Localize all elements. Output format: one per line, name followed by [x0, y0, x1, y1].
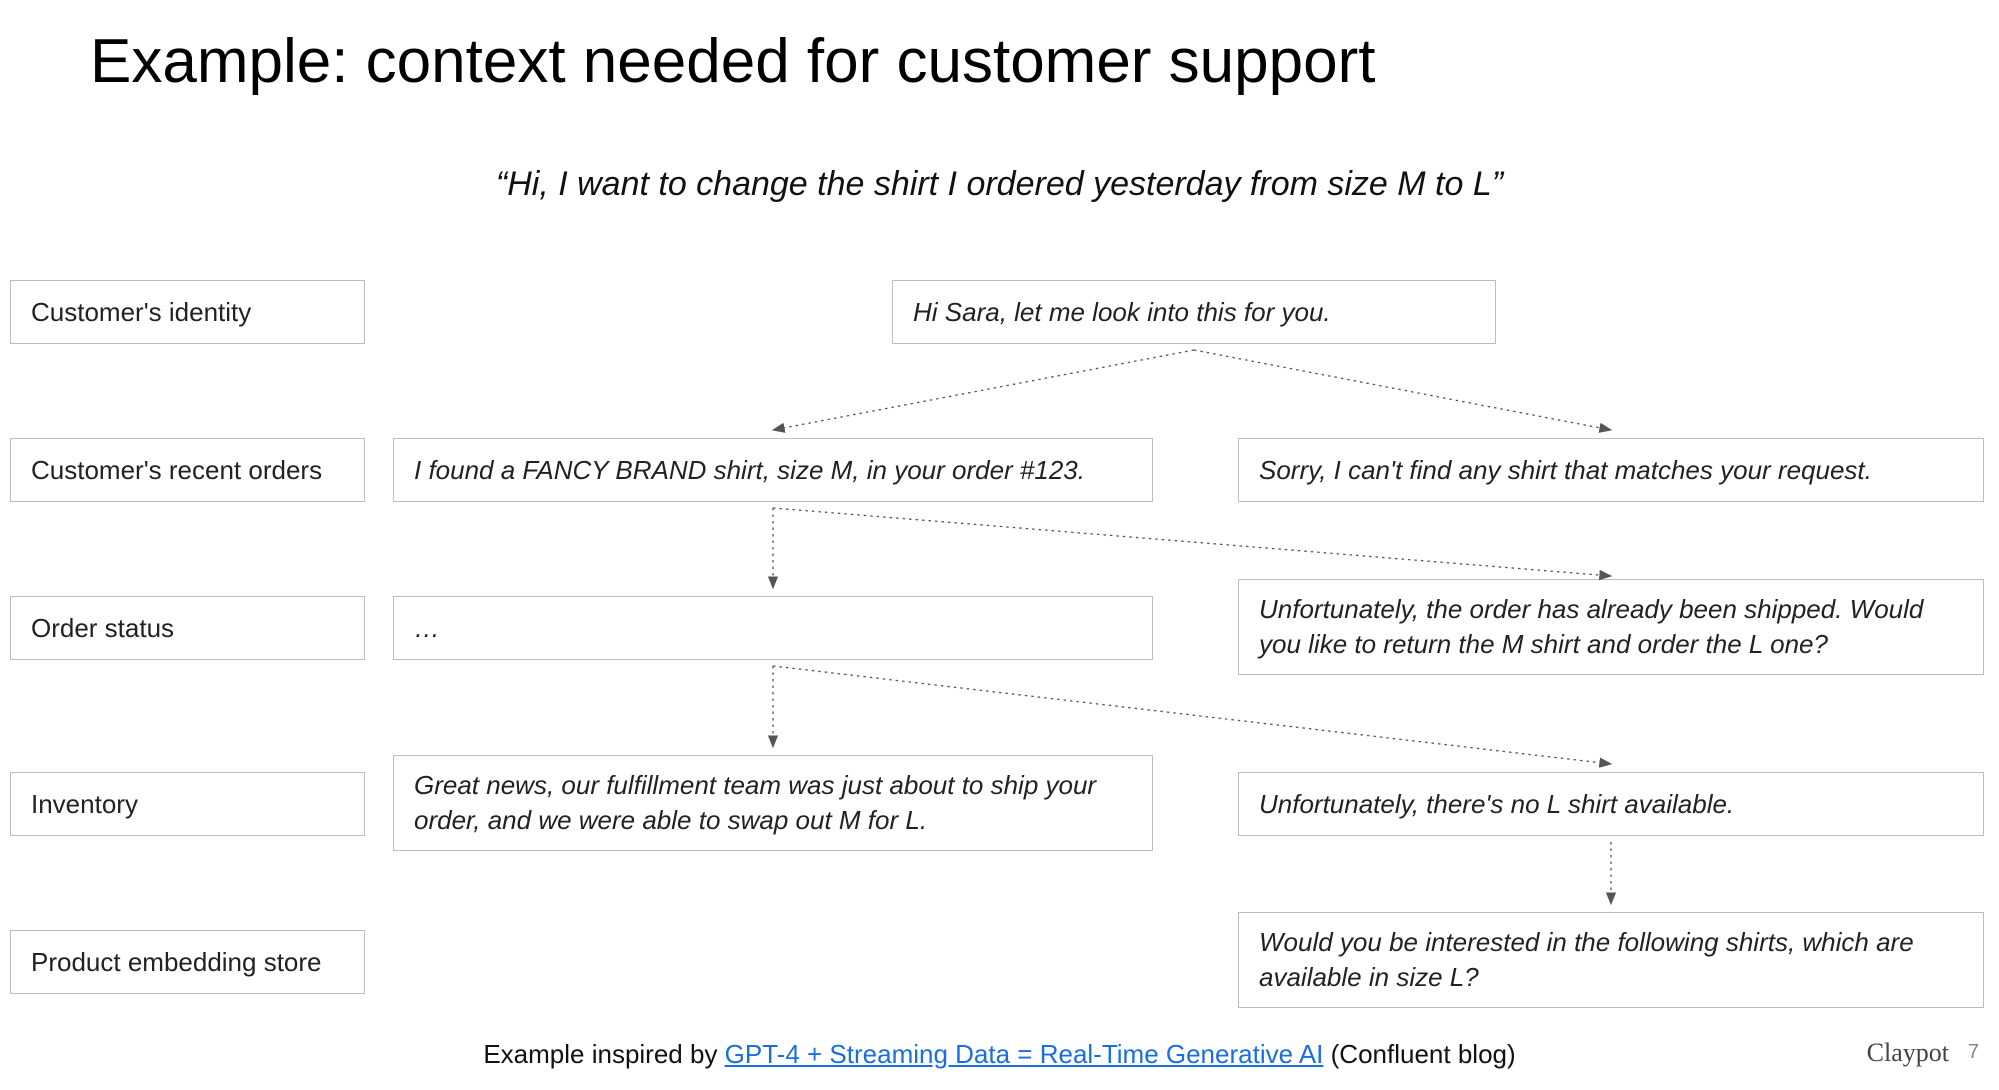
page-number: 7 — [1968, 1041, 1979, 1064]
label-embedding-store: Product embedding store — [10, 930, 365, 994]
response-found-order: I found a FANCY BRAND shirt, size M, in … — [393, 438, 1153, 502]
label-identity: Customer's identity — [10, 280, 365, 344]
response-not-found: Sorry, I can't find any shirt that match… — [1238, 438, 1984, 502]
response-greeting: Hi Sara, let me look into this for you. — [892, 280, 1496, 344]
response-already-shipped: Unfortunately, the order has already bee… — [1238, 579, 1984, 675]
label-inventory: Inventory — [10, 772, 365, 836]
footer-link[interactable]: GPT-4 + Streaming Data = Real-Time Gener… — [725, 1039, 1324, 1069]
footer-attribution: Example inspired by GPT-4 + Streaming Da… — [0, 1039, 1999, 1070]
footer-suffix: (Confluent blog) — [1323, 1039, 1515, 1069]
arrow-r2left-to-r3right — [773, 666, 1611, 764]
label-order-status: Order status — [10, 596, 365, 660]
arrow-r0-to-r1left — [773, 350, 1194, 430]
label-recent-orders: Customer's recent orders — [10, 438, 365, 502]
response-suggest-alternatives: Would you be interested in the following… — [1238, 912, 1984, 1008]
response-ellipsis: … — [393, 596, 1153, 660]
slide-title: Example: context needed for customer sup… — [90, 26, 1375, 97]
brand-label: Claypot — [1867, 1038, 1949, 1068]
footer-prefix: Example inspired by — [483, 1039, 724, 1069]
response-no-stock: Unfortunately, there's no L shirt availa… — [1238, 772, 1984, 836]
slide: Example: context needed for customer sup… — [0, 0, 1999, 1090]
response-swap-success: Great news, our fulfillment team was jus… — [393, 755, 1153, 851]
customer-quote: “Hi, I want to change the shirt I ordere… — [0, 165, 1999, 204]
arrow-r0-to-r1right — [1194, 350, 1611, 430]
arrow-r1left-to-r2right — [773, 508, 1611, 576]
